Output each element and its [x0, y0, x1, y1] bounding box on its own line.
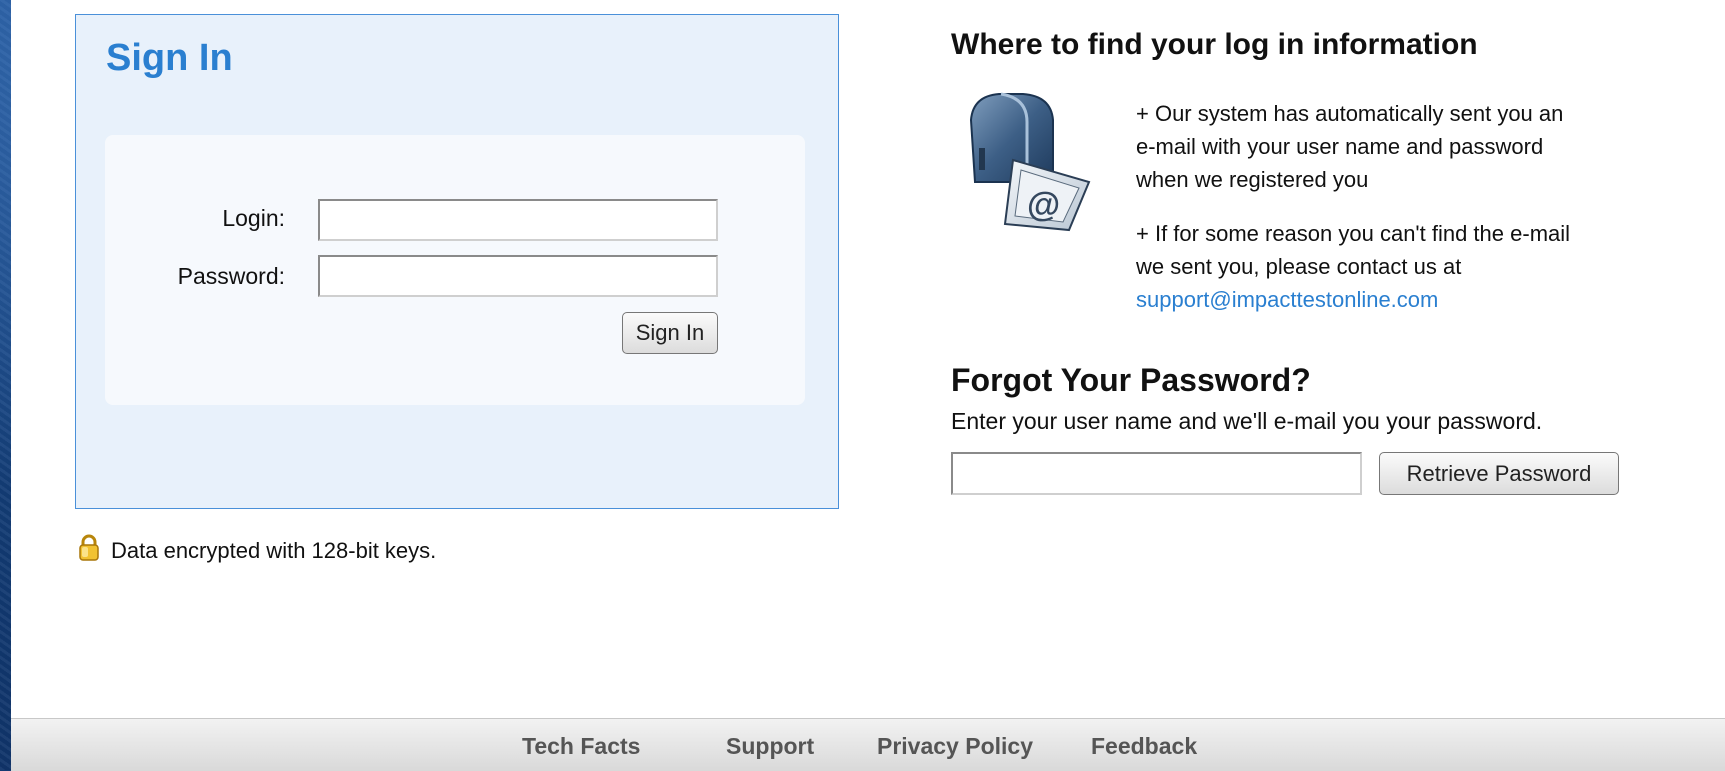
footer-link-support[interactable]: Support: [726, 733, 814, 760]
signin-form: Login: Password: Sign In: [105, 135, 805, 405]
info-paragraph-1: + Our system has automatically sent you …: [1136, 101, 1564, 192]
password-label: Password:: [177, 263, 285, 289]
forgot-password-description: Enter your user name and we'll e-mail yo…: [951, 408, 1543, 434]
footer: Tech Facts Support Privacy Policy Feedba…: [11, 718, 1725, 771]
signin-panel: Sign In Login: Password: Sign In: [75, 14, 839, 509]
signin-title: Sign In: [106, 37, 233, 79]
footer-link-feedback[interactable]: Feedback: [1091, 733, 1197, 760]
info-heading: Where to find your log in information: [951, 28, 1478, 61]
page-content: Sign In Login: Password: Sign In Data en…: [11, 0, 1725, 771]
svg-text:@: @: [1027, 186, 1060, 224]
support-email-link[interactable]: support@impacttestonline.com: [1136, 287, 1438, 312]
info-paragraph-2-text: + If for some reason you can't find the …: [1136, 221, 1571, 279]
info-paragraph-2: + If for some reason you can't find the …: [1136, 217, 1576, 316]
security-text: Data encrypted with 128-bit keys.: [111, 538, 437, 563]
retrieve-password-button[interactable]: Retrieve Password: [1379, 452, 1619, 495]
forgot-username-input[interactable]: [951, 452, 1362, 495]
lock-icon: [79, 534, 99, 561]
signin-button[interactable]: Sign In: [622, 312, 718, 354]
mailbox-icon: @: [969, 92, 1091, 232]
forgot-password-heading: Forgot Your Password?: [951, 362, 1311, 398]
login-label: Login:: [222, 205, 285, 231]
login-input[interactable]: [318, 199, 718, 241]
footer-link-tech-facts[interactable]: Tech Facts: [522, 733, 640, 760]
password-input[interactable]: [318, 255, 718, 297]
footer-link-privacy-policy[interactable]: Privacy Policy: [877, 733, 1033, 760]
